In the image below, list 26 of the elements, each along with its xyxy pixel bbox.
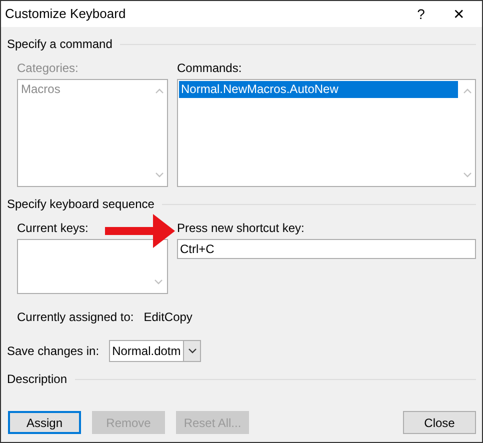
field-label: Save changes in:	[7, 343, 100, 360]
dialog-button[interactable]: Close	[403, 411, 476, 434]
close-button[interactable]: ✕	[436, 4, 482, 24]
field-label: Current keys:	[17, 220, 90, 237]
list-box[interactable]	[17, 239, 168, 294]
scroll-up-icon[interactable]	[462, 88, 472, 94]
dropdown[interactable]: Normal.dotm	[109, 340, 202, 362]
field-label: Press new shortcut key:	[177, 220, 306, 237]
section-heading: Description	[7, 371, 68, 388]
help-button[interactable]: ?	[406, 4, 436, 24]
caret-icon	[188, 348, 197, 354]
window-title: Customize Keyboard	[5, 5, 127, 24]
scroll-down-icon[interactable]	[154, 172, 164, 178]
field-label: Categories:	[17, 60, 80, 77]
dialog-button[interactable]: Assign	[8, 411, 81, 434]
input-field[interactable]: Ctrl+C	[177, 239, 476, 259]
scroll-down-icon[interactable]	[154, 279, 163, 285]
scroll-down-icon[interactable]	[462, 172, 472, 178]
section-heading: Specify a command	[7, 36, 112, 53]
section-heading: Specify keyboard sequence	[7, 196, 154, 213]
field-label: Commands:	[177, 60, 243, 77]
list-item[interactable]: Normal.NewMacros.AutoNew	[179, 81, 458, 98]
list-box[interactable]: Normal.NewMacros.AutoNew	[177, 79, 476, 187]
assigned-value: EditCopy	[144, 309, 192, 326]
field-label: Currently assigned to:	[17, 309, 134, 326]
scroll-up-icon[interactable]	[154, 88, 164, 94]
